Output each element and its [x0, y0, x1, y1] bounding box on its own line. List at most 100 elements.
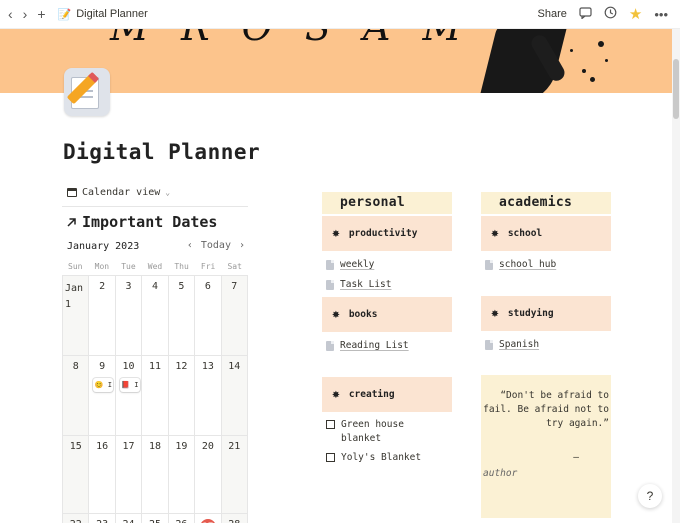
more-icon[interactable]: ••• [654, 7, 668, 22]
checkbox[interactable] [326, 420, 335, 429]
calendar-day-number: 4 [151, 281, 158, 292]
prev-month-icon[interactable]: ‹ [187, 240, 193, 251]
cover-ink-splatter [605, 59, 608, 62]
calendar-day-cell[interactable]: 15 [63, 436, 90, 514]
star-icon[interactable]: ★ [629, 5, 642, 23]
share-button[interactable]: Share [538, 8, 567, 20]
quote-block[interactable]: “Don't be afraid to fail. Be afraid not … [481, 375, 611, 518]
calendar-day-number: 11 [148, 361, 162, 372]
todo-item[interactable]: Yoly's Blanket [326, 451, 446, 465]
divider [62, 206, 248, 207]
studying-callout[interactable]: ✸ studying [481, 296, 611, 331]
next-month-icon[interactable]: › [239, 240, 245, 251]
calendar-day-cell[interactable]: 4 [142, 276, 169, 356]
calendar-day-cell[interactable]: 27 [195, 514, 222, 523]
calendar-day-cell[interactable]: 24 [116, 514, 143, 523]
page-icon[interactable] [64, 68, 110, 116]
weekday-label: Mon [94, 262, 110, 271]
calendar-icon [67, 188, 77, 197]
calendar-day-number: 19 [175, 441, 188, 452]
cover-ink-splatter [582, 69, 586, 73]
weekday-label: Fri [200, 262, 216, 271]
calendar-day-cell[interactable]: 21 [221, 436, 248, 514]
page-title[interactable]: Digital Planner [63, 140, 260, 164]
weekday-label: Sun [68, 262, 83, 271]
calendar-day-cell[interactable]: Jan 1 [63, 276, 90, 356]
page-link[interactable]: Task List [326, 279, 391, 290]
books-callout[interactable]: ✸ books [322, 297, 452, 332]
calendar-day-cell[interactable]: 13 [195, 356, 222, 436]
page-icon-small [485, 259, 493, 270]
todo-item[interactable]: Green house blanket [326, 418, 436, 446]
help-button[interactable]: ? [638, 484, 662, 508]
productivity-callout[interactable]: ✸ productivity [322, 216, 452, 251]
calendar-day-cell[interactable]: 19 [168, 436, 196, 514]
calendar-day-cell[interactable]: 11 [142, 356, 169, 436]
calendar-day-cell[interactable]: 26 [169, 514, 196, 523]
calendar-day-cell[interactable]: 5 [168, 276, 196, 356]
calendar-heading[interactable]: Important Dates [66, 213, 217, 231]
calendar-event-chip[interactable]: 📕 I [119, 378, 140, 392]
calendar-day-cell[interactable]: 28 [221, 514, 248, 523]
weekday-label: Sat [227, 262, 242, 271]
scrollbar-thumb[interactable] [673, 59, 679, 119]
calendar-day-number: 27 [195, 519, 220, 523]
calendar-view-selector[interactable]: Calendar view ⌄ [67, 187, 170, 198]
calendar-day-cell[interactable]: 18 [142, 436, 169, 514]
page-link[interactable]: Spanish [485, 339, 539, 350]
calendar-day-cell[interactable]: 3 [115, 276, 143, 356]
personal-header[interactable]: personal [322, 192, 452, 214]
calendar-day-number: 12 [175, 361, 188, 372]
today-button[interactable]: Today [201, 240, 231, 251]
new-page-icon[interactable]: + [37, 6, 45, 22]
calendar-day-number: Jan 1 [65, 283, 84, 310]
starburst-icon: ✸ [332, 387, 340, 402]
calendar-day-cell[interactable]: 9 😊 I [89, 356, 116, 436]
quote-dash: — [573, 452, 579, 463]
page-link-label: school hub [499, 259, 557, 270]
creating-callout[interactable]: ✸ creating [322, 377, 452, 412]
calendar-day-cell[interactable]: 10 📕 I [115, 356, 143, 436]
calendar-day-cell[interactable]: 8 [63, 356, 90, 436]
calendar-day-cell[interactable]: 23 [89, 514, 116, 523]
callout-title: school [507, 228, 543, 239]
calendar-day-number: 21 [228, 441, 241, 452]
calendar-day-cell[interactable]: 20 [195, 436, 222, 514]
cover-ink-splatter [590, 77, 595, 82]
academics-header[interactable]: academics [481, 192, 611, 214]
page-link[interactable]: school hub [485, 259, 556, 270]
comment-icon[interactable] [579, 6, 592, 22]
history-icon[interactable] [604, 6, 617, 22]
quote-text: “Don't be afraid to fail. Be afraid not … [483, 390, 609, 429]
calendar-day-cell[interactable]: 7 [221, 276, 248, 356]
cover-ink-splatter [570, 49, 573, 52]
calendar-day-cell[interactable]: 14 [221, 356, 248, 436]
breadcrumb[interactable]: 📝 Digital Planner [58, 8, 148, 21]
calendar-day-number: 6 [204, 281, 211, 292]
calendar-day-cell[interactable]: 25 [142, 514, 169, 523]
today-marker: 27 [199, 519, 216, 523]
calendar-day-cell[interactable]: 6 [195, 276, 222, 356]
calendar-day-cell[interactable]: 2 [89, 276, 116, 356]
calendar-grid: Jan 1 2 3 4 5 6 7 8 9 😊 I 10 📕 I 11 12 13 14 15 16 17 18 19 2… [62, 275, 248, 523]
forward-icon[interactable]: › [23, 6, 28, 22]
calendar-day-number: 15 [69, 441, 82, 452]
month-label: January 2023 [67, 241, 140, 252]
school-callout[interactable]: ✸ school [481, 216, 611, 251]
calendar-day-cell[interactable]: 12 [168, 356, 196, 436]
page-link[interactable]: Reading List [326, 340, 409, 351]
page-icon-small [326, 259, 334, 270]
calendar-day-number: 20 [201, 441, 214, 452]
checkbox[interactable] [326, 453, 335, 462]
page-emoji-icon: 📝 [57, 8, 72, 21]
weekday-label: Thu [174, 262, 189, 271]
calendar-event-chip[interactable]: 😊 I [93, 378, 114, 392]
calendar-day-cell[interactable]: 16 [89, 436, 116, 514]
back-icon[interactable]: ‹ [8, 6, 13, 22]
scrollbar[interactable] [672, 29, 680, 523]
page-link[interactable]: weekly [326, 259, 374, 270]
callout-title: creating [348, 389, 395, 400]
calendar-day-cell[interactable]: 17 [115, 436, 143, 514]
callout-title: books [348, 309, 378, 320]
calendar-day-cell[interactable]: 22 [63, 514, 90, 523]
